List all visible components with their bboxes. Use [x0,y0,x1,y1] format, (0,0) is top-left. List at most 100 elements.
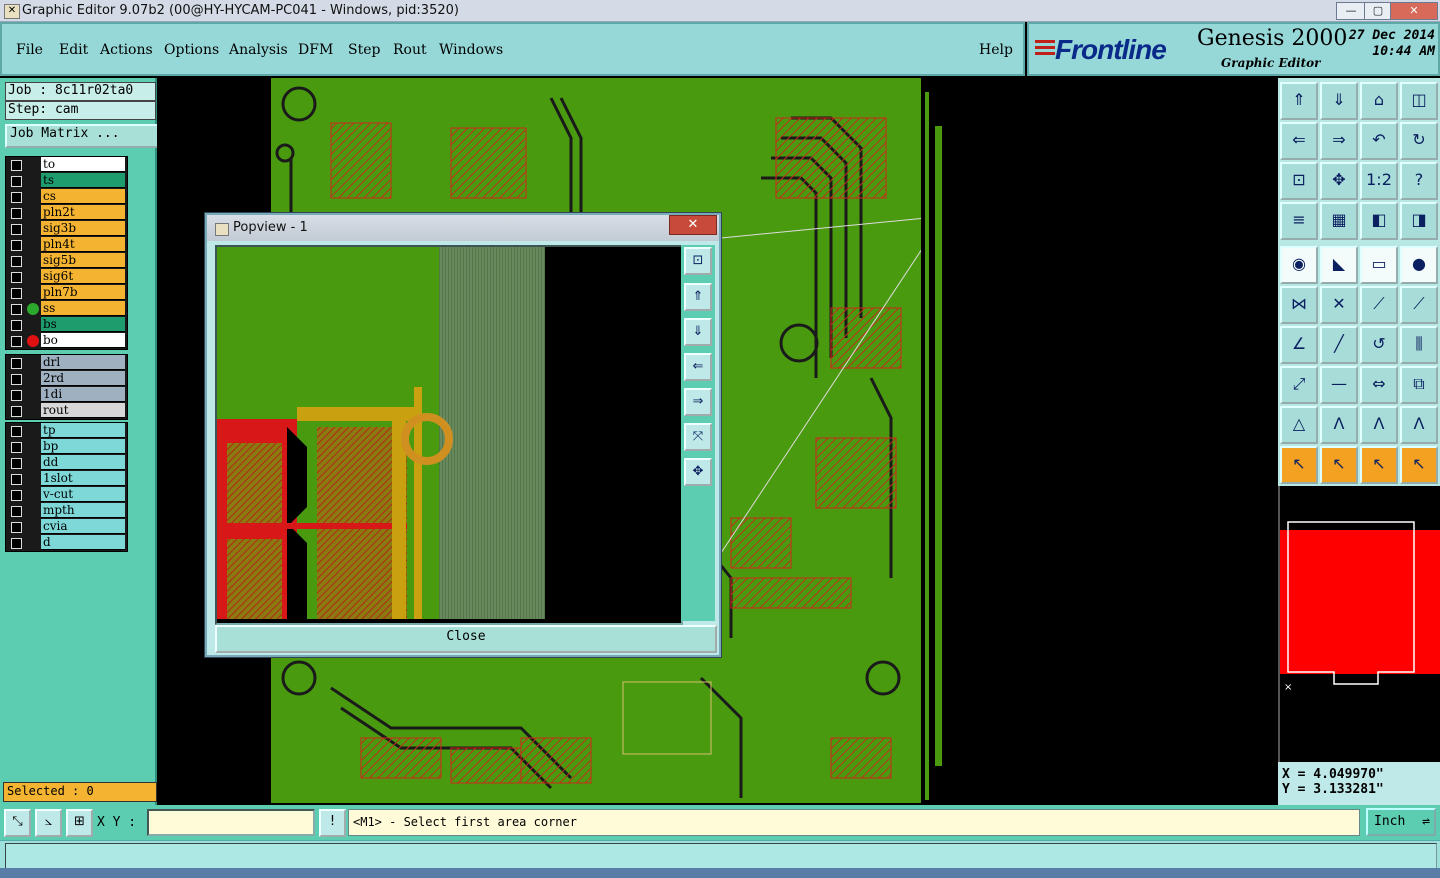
select-pad-icon[interactable]: ◉ [1280,246,1318,284]
layer-row[interactable]: pln4t [6,237,127,253]
split-view-icon[interactable]: ◫ [1400,82,1438,120]
pan-down-icon[interactable]: ⇓ [684,318,712,346]
layer-name[interactable]: 1slot [41,471,125,486]
layer-name[interactable]: sig6t [41,269,125,284]
help-icon[interactable]: ? [1400,162,1438,200]
layer-row[interactable]: 1di [6,387,127,403]
layer-name[interactable]: mpth [41,503,125,518]
layer-name[interactable]: bp [41,439,125,454]
menu-actions[interactable]: Actions [100,42,153,58]
layer-row[interactable]: cvia [6,519,127,535]
redraw-icon[interactable]: ↻ [1400,122,1438,160]
layer-checkbox[interactable] [11,506,22,517]
peak-icon[interactable]: Λ [1320,406,1358,444]
layer-settings-icon[interactable]: ≡ [1280,202,1318,240]
angle-icon[interactable]: ∠ [1280,326,1318,364]
layer-row[interactable]: drl [6,355,127,371]
layer-checkbox[interactable] [11,458,22,469]
peak-up-icon[interactable]: Λ [1360,406,1398,444]
pan-up-icon[interactable]: ⇑ [1280,82,1318,120]
layer-row[interactable]: dd [6,455,127,471]
layer-row[interactable]: cs [6,189,127,205]
menu-step[interactable]: Step [348,42,380,58]
center-icon[interactable]: ✥ [684,458,712,486]
layer-checkbox[interactable] [11,272,22,283]
layer-checkbox[interactable] [11,208,22,219]
pan-left-icon[interactable]: ⇐ [1280,122,1318,160]
layer-name[interactable]: d [41,535,125,550]
popview-close-x-button[interactable]: ✕ [669,215,717,235]
zoom-back-icon[interactable]: ↶ [1360,122,1398,160]
rotate-icon[interactable]: ↺ [1360,326,1398,364]
layer-row[interactable]: bp [6,439,127,455]
pointer-icon[interactable]: ↖ [1280,446,1318,484]
layer-name[interactable]: ts [41,173,125,188]
xy-input[interactable] [147,809,315,836]
layer-row[interactable]: 2rd [6,371,127,387]
layer-row[interactable]: to [6,157,127,173]
layer-name[interactable]: bs [41,317,125,332]
measure-snap-icon[interactable]: ⦣ [35,809,62,837]
triangle-icon[interactable]: △ [1280,406,1318,444]
menu-dfm[interactable]: DFM [298,42,333,58]
alert-button[interactable]: ! [319,809,346,837]
resize-icon[interactable]: ⇔ [1360,366,1398,404]
layer-row[interactable]: d [6,535,127,551]
layer-checkbox[interactable] [11,374,22,385]
layer-checkbox[interactable] [11,192,22,203]
job-matrix-button[interactable]: Job Matrix ... [5,124,159,148]
home-icon[interactable]: ⌂ [1360,82,1398,120]
close-window-button[interactable]: ✕ [1390,2,1438,20]
cross-icon[interactable]: ✕ [1320,286,1358,324]
layer-row[interactable]: pln2t [6,205,127,221]
layer-row[interactable]: pln7b [6,285,127,301]
layer-row[interactable]: mpth [6,503,127,519]
pan-left-icon[interactable]: ⇐ [684,353,712,381]
layer-row[interactable]: sig3b [6,221,127,237]
connect-icon[interactable]: ⟋ [1360,286,1398,324]
menu-analysis[interactable]: Analysis [229,42,288,58]
pan-right-icon[interactable]: ⇒ [684,388,712,416]
layer-checkbox[interactable] [11,474,22,485]
popview-canvas[interactable] [215,245,683,625]
layer-name[interactable]: ss [41,301,125,316]
layer-checkbox[interactable] [11,426,22,437]
group-icon[interactable]: ⧉ [1400,366,1438,404]
layer-checkbox[interactable] [11,256,22,267]
display-toggle-icon[interactable]: ◧ [1360,202,1398,240]
menu-windows[interactable]: Windows [439,42,503,58]
zoom-fit-icon[interactable]: ⊡ [684,247,712,275]
zoom-fit-icon[interactable]: ⊡ [1280,162,1318,200]
layer-checkbox[interactable] [11,538,22,549]
menu-rout[interactable]: Rout [393,42,427,58]
layer-checkbox[interactable] [11,336,22,347]
pan-up-icon[interactable]: ⇑ [684,283,712,311]
layer-checkbox[interactable] [11,390,22,401]
zoom-extents-icon[interactable]: ⤧ [684,423,712,451]
layer-name[interactable]: tp [41,423,125,438]
layer-checkbox[interactable] [11,442,22,453]
layer-name[interactable]: pln2t [41,205,125,220]
layer-name[interactable]: 2rd [41,371,125,386]
menu-edit[interactable]: Edit [59,42,88,58]
layer-name[interactable]: to [41,157,125,172]
layer-row[interactable]: ss [6,301,127,317]
line-tool-icon[interactable]: ◣ [1320,246,1358,284]
layer-name[interactable]: drl [41,355,125,370]
units-selector[interactable]: Inch ⇌ [1366,808,1436,836]
layer-row[interactable]: 1slot [6,471,127,487]
minimize-button[interactable]: — [1336,2,1366,20]
layer-row[interactable]: sig6t [6,269,127,285]
grid-icon[interactable]: ▦ [1320,202,1358,240]
popview-title-bar[interactable]: Popview - 1 ✕ [207,215,719,241]
layer-name[interactable]: pln4t [41,237,125,252]
pointer-multi-icon[interactable]: ↖ [1400,446,1438,484]
feature-icon[interactable]: ● [1400,246,1438,284]
layer-name[interactable]: 1di [41,387,125,402]
layer-checkbox[interactable] [11,522,22,533]
layer-row[interactable]: bs [6,317,127,333]
layer-checkbox[interactable] [11,240,22,251]
menu-file[interactable]: File [16,42,43,58]
layer-name[interactable]: cvia [41,519,125,534]
measure-icon[interactable]: ▭ [1360,246,1398,284]
